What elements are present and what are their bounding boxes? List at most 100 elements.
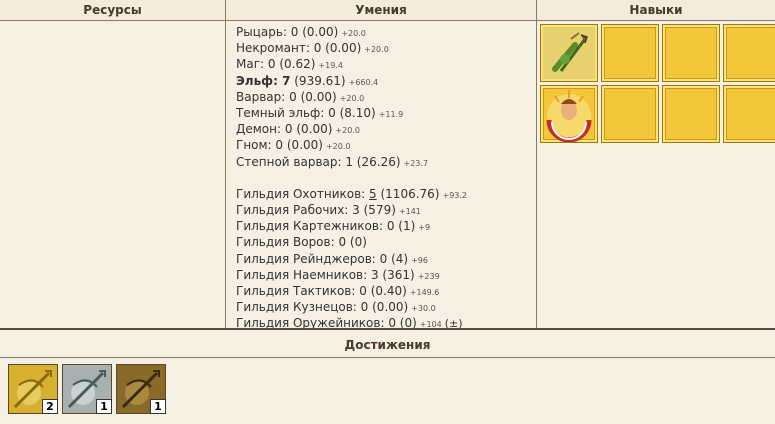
faction-points: (0.00) — [296, 89, 337, 104]
talent-slot-filled[interactable] — [540, 24, 598, 82]
faction-points: (0.00) — [298, 25, 339, 39]
faction-name: Гном: — [236, 138, 276, 153]
faction-name: Темный эльф: — [236, 105, 329, 120]
guild-name: Гильдия Картежников: — [236, 219, 387, 234]
faction-level: 0 — [284, 122, 293, 137]
elf-archer-icon — [541, 25, 597, 84]
talent-slot-empty — [601, 24, 659, 82]
faction-name: Демон: — [236, 122, 285, 137]
guild-level: 0 — [338, 235, 347, 250]
guild-next: +239 — [417, 271, 440, 281]
guild-row: Гильдия Рабочих: 3 (579) +141 — [236, 202, 536, 218]
achievement-badge[interactable]: 1 — [116, 364, 166, 414]
faction-points: (0.00) — [283, 138, 323, 153]
column-divider — [225, 0, 226, 330]
faction-next: +20.0 — [364, 45, 389, 55]
faction-row: Демон: 0 (0.00) +20.0 — [236, 121, 536, 137]
guild-next: +96 — [411, 255, 428, 265]
faction-points: (26.26) — [352, 154, 401, 169]
talents-header: Навыки — [537, 0, 775, 21]
faction-row: Темный эльф: 0 (8.10) +11.9 — [236, 105, 536, 121]
faction-points: (0.00) — [292, 122, 333, 137]
guild-row: Гильдия Картежников: 0 (1) +9 — [236, 218, 536, 234]
guild-skills: Гильдия Охотников: 5 (1106.76) +93.2 Гильд… — [236, 186, 536, 332]
guild-points: (579) — [359, 203, 396, 218]
faction-row: Степной варвар: 1 (26.26) +23.7 — [236, 154, 536, 170]
resources-header: Ресурсы — [0, 0, 225, 21]
guild-name: Гильдия Кузнецов: — [236, 300, 361, 315]
skills-header: Умения — [226, 0, 536, 21]
guild-row: Гильдия Кузнецов: 0 (0.00) +30.0 — [236, 299, 536, 315]
guild-name: Гильдия Охотников: — [236, 186, 370, 201]
faction-name: Степной варвар: — [236, 154, 346, 169]
faction-skills: Рыцарь: 0 (0.00) +20.0 Некромант: 0 (0.00)… — [236, 24, 536, 170]
section-divider — [0, 328, 775, 330]
guild-next: +30.0 — [411, 304, 436, 314]
guild-points: (361) — [378, 267, 415, 282]
guild-next: +93.2 — [442, 190, 467, 200]
achievement-badge[interactable]: 1 — [62, 364, 112, 414]
guild-points: (0) — [346, 235, 367, 250]
faction-row: Некромант: 0 (0.00) +20.0 — [236, 40, 536, 56]
faction-next: +20.0 — [325, 142, 351, 152]
faction-row: Варвар: 0 (0.00) +20.0 — [236, 89, 536, 105]
guild-name: Гильдия Наемников: — [236, 267, 371, 282]
faction-next: +23.7 — [403, 158, 429, 168]
faction-level: 1 — [345, 154, 353, 169]
achievement-count: 1 — [96, 399, 112, 414]
guild-points: (0.40) — [366, 284, 407, 298]
guild-level: 0 — [359, 284, 367, 298]
skills-list: Рыцарь: 0 (0.00) +20.0 Некромант: 0 (0.00)… — [236, 24, 536, 332]
guild-name: Гильдия Рейнджеров: — [236, 251, 380, 266]
faction-level: 0 — [267, 57, 276, 72]
guild-level: 3 — [370, 267, 379, 282]
talent-slot-filled[interactable] — [540, 85, 598, 143]
sun-portrait-icon — [541, 86, 597, 145]
faction-row: Маг: 0 (0.62) +19.4 — [236, 56, 536, 72]
faction-next: +20.0 — [341, 29, 366, 38]
guild-points: (0.00) — [368, 300, 409, 315]
column-divider — [536, 0, 537, 330]
faction-points: (8.10) — [335, 105, 376, 120]
guild-points: (4) — [387, 251, 409, 266]
guild-level-link[interactable]: 5 — [369, 187, 377, 201]
faction-row: Эльф: 7 (939.61) +660.4 — [236, 73, 536, 89]
achievements-title: Достижения — [344, 338, 431, 352]
faction-name: Рыцарь: — [236, 25, 291, 39]
guild-row: Гильдия Тактиков: 0 (0.40) +149.6 — [236, 283, 536, 299]
faction-points: (0.62) — [275, 57, 316, 72]
achievement-count: 2 — [42, 399, 58, 414]
guild-name: Гильдия Рабочих: — [236, 203, 353, 218]
guild-points: (1) — [394, 219, 416, 234]
faction-level: 0 — [328, 105, 336, 120]
talent-slot-empty — [662, 85, 720, 143]
guild-row: Гильдия Рейнджеров: 0 (4) +96 — [236, 251, 536, 267]
faction-name: Эльф: — [236, 73, 283, 88]
talent-slot-empty — [601, 85, 659, 143]
guild-name: Гильдия Воров: — [236, 235, 339, 250]
guild-row: Гильдия Наемников: 3 (361) +239 — [236, 267, 536, 283]
guild-row: Гильдия Воров: 0 (0) — [236, 234, 536, 250]
faction-row: Рыцарь: 0 (0.00) +20.0 — [236, 24, 536, 40]
faction-level: 0 — [275, 138, 284, 153]
talent-slot-empty — [662, 24, 720, 82]
guild-next: +141 — [398, 207, 421, 217]
achievement-count: 1 — [150, 399, 166, 414]
achievements-divider — [0, 357, 775, 358]
faction-row: Гном: 0 (0.00) +20.0 — [236, 137, 536, 153]
guild-next: +149.6 — [409, 288, 440, 297]
guild-name: Гильдия Тактиков: — [236, 284, 360, 298]
achievement-badge[interactable]: 2 — [8, 364, 58, 414]
guild-level: 3 — [352, 203, 360, 218]
talent-slot-empty — [723, 24, 775, 82]
faction-level: 0 — [289, 89, 297, 104]
faction-next: +11.9 — [378, 109, 404, 119]
faction-points: (939.61) — [290, 73, 346, 88]
faction-name: Маг: — [236, 57, 268, 72]
faction-next: +19.4 — [318, 61, 343, 71]
talent-tiles — [539, 23, 775, 143]
faction-name: Варвар: — [236, 89, 290, 104]
talent-slot-empty — [723, 85, 775, 143]
faction-points: (0.00) — [321, 41, 362, 56]
